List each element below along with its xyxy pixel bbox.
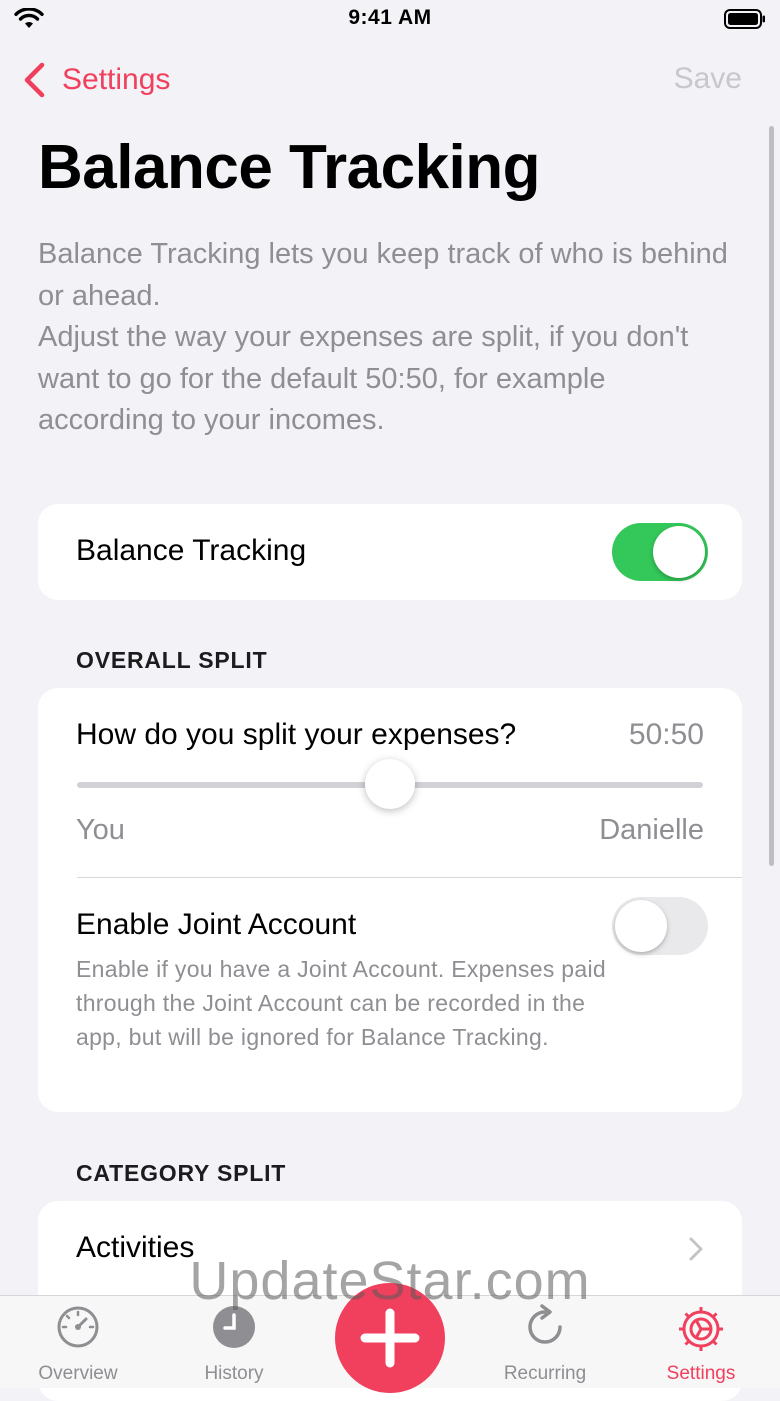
save-button[interactable]: Save xyxy=(674,62,742,96)
split-right-label: Danielle xyxy=(599,814,704,846)
split-value: 50:50 xyxy=(628,718,704,751)
split-slider-thumb[interactable] xyxy=(365,759,415,809)
page-title: Balance Tracking xyxy=(38,133,541,202)
tab-label: Recurring xyxy=(503,1363,587,1384)
tab-overview[interactable]: Overview xyxy=(0,1300,156,1387)
joint-account-description: Enable if you have a Joint Account. Expe… xyxy=(76,956,606,1050)
chevron-left-icon xyxy=(24,62,45,98)
tab-label: Settings xyxy=(666,1363,736,1384)
scroll-indicator[interactable] xyxy=(769,126,774,866)
tab-settings[interactable]: Settings xyxy=(623,1300,779,1387)
tab-label: Overview xyxy=(38,1363,118,1384)
intro-text: Balance Tracking lets you keep track of … xyxy=(38,234,738,442)
divider xyxy=(77,877,742,878)
category-split-header: CATEGORY SPLIT xyxy=(76,1160,287,1186)
watermark: UpdateStar.com xyxy=(189,1251,591,1311)
tab-label: History xyxy=(204,1363,264,1384)
tab-recurring[interactable]: Recurring xyxy=(467,1300,623,1387)
joint-account-toggle[interactable] xyxy=(612,897,708,955)
toggle-knob xyxy=(615,900,667,952)
battery-icon xyxy=(724,9,765,29)
intro-paragraph: Balance Tracking lets you keep track of … xyxy=(38,238,728,312)
back-button[interactable]: Settings xyxy=(22,58,170,102)
toggle-knob xyxy=(653,526,705,578)
joint-account-label: Enable Joint Account xyxy=(76,908,357,941)
balance-tracking-label: Balance Tracking xyxy=(76,534,307,567)
split-left-label: You xyxy=(76,814,125,846)
intro-paragraph: Adjust the way your expenses are split, … xyxy=(38,321,689,436)
back-label: Settings xyxy=(62,63,171,96)
overall-split-header: OVERALL SPLIT xyxy=(76,647,268,673)
balance-tracking-toggle[interactable] xyxy=(612,523,708,581)
status-time: 9:41 AM xyxy=(348,6,432,29)
tab-history[interactable]: History xyxy=(156,1300,312,1387)
split-question: How do you split your expenses? xyxy=(76,718,517,751)
